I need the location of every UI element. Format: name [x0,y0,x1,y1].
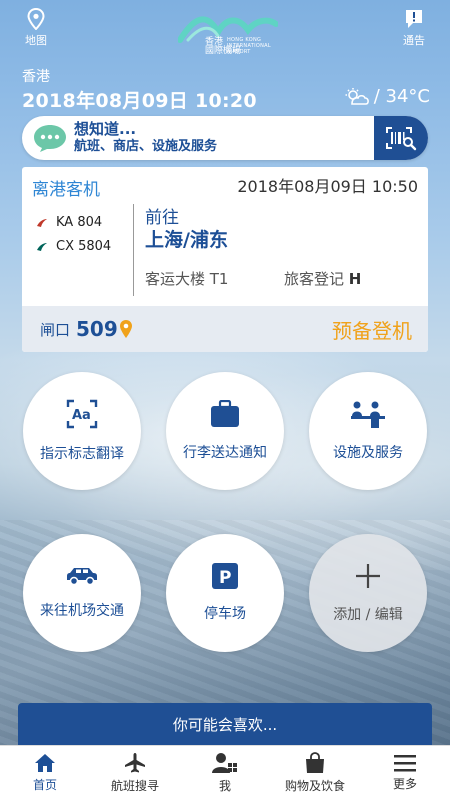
nav-flight-search[interactable]: 航班搜寻 [90,746,180,800]
checkin-label: 旅客登记 [284,270,345,288]
quick-action-translate[interactable]: Aa 指示标志翻译 [23,372,141,490]
quick-action-label: 添加 / 编辑 [333,607,403,623]
service-counter-icon [351,401,385,428]
nav-shopping-dining[interactable]: 购物及饮食 [270,746,360,800]
nav-label: 更多 [392,777,417,791]
flight-type: 离港客机 [32,180,100,200]
gate-label: 闸口 [40,320,71,339]
svg-text:Aa: Aa [72,408,91,423]
checkin-info: 旅客登记 H [284,268,361,289]
menu-icon [394,755,416,772]
quick-action-label: 行李送达通知 [183,445,267,461]
search-title: 想知道... [74,120,137,138]
partly-cloudy-icon [345,87,369,105]
flight-number: KA 804 [56,215,103,230]
logo-en: HONG KONG INTERNATIONAL AIRPORT [227,37,271,55]
flight-status: 预备登机 [332,318,412,343]
terminal: 客运大楼 T1 [145,270,229,288]
weather-widget[interactable]: / 34°C [344,86,430,107]
notice-button[interactable]: 通告 [394,8,434,48]
quick-action-label: 来往机场交通 [40,603,124,619]
quick-action-label: 停车场 [204,606,246,622]
destination: 上海/浦东 [145,229,228,251]
home-icon [35,754,55,772]
city-label: 香港 [22,69,50,85]
car-icon [67,568,97,586]
shopping-bag-icon [306,752,324,773]
quick-action-label: 指示标志翻译 [40,446,124,462]
logo-text: 香港 國際機場 HONG KONG INTERNATIONAL AIRPORT [205,37,271,56]
recommend-banner[interactable]: 你可能会喜欢... [18,703,432,745]
nav-label: 购物及饮食 [284,779,345,793]
flight-row: KA 804 [36,215,102,230]
chat-bubble-icon [34,125,66,152]
nav-me[interactable]: 我 [180,746,270,800]
nav-more[interactable]: 更多 [360,746,450,800]
nav-label: 航班搜寻 [110,779,159,793]
luggage-icon [211,400,239,427]
temperature: / 34°C [373,86,430,107]
search-bar[interactable]: 想知道... 航班、商店、设施及服务 [22,116,428,160]
flight-datetime: 2018年08月09日 10:50 [237,177,418,196]
airplane-icon [125,753,145,773]
card-divider [133,204,134,296]
search-subtitle: 航班、商店、设施及服务 [74,139,218,154]
svg-text:P: P [219,568,231,588]
location-pin-icon [119,320,132,338]
flight-number: CX 5804 [56,239,112,254]
nav-label: 我 [218,779,231,793]
top-bar: 地图 香港 國際機場 HONG KONG INTERNATIONAL AIRPORT … [0,0,450,62]
scan-search-icon [386,127,417,151]
checkin-row: H [348,270,362,288]
plus-icon [356,564,380,588]
profile-qr-icon [212,753,237,773]
nav-home[interactable]: 首页 [0,746,90,800]
airline-logo-icon [37,242,47,251]
nav-label: 首页 [32,778,57,792]
map-pin-icon [27,8,45,30]
quick-action-luggage[interactable]: 行李送达通知 [166,372,284,490]
parking-icon: P [212,563,238,589]
gate-number: 509 [76,317,118,341]
quick-action-transport[interactable]: 来往机场交通 [23,534,141,652]
current-datetime: 2018年08月09日 10:20 [22,90,257,112]
map-button[interactable]: 地图 [16,8,56,48]
bottom-nav: 首页 航班搜寻 我 购物及饮食 更多 [0,745,450,800]
gate-bar: 闸口 509 预备登机 [22,306,428,352]
quick-action-facilities[interactable]: 设施及服务 [309,372,427,490]
map-label: 地图 [25,34,47,47]
quick-action-parking[interactable]: P 停车场 [166,534,284,652]
flight-card[interactable]: 离港客机 2018年08月09日 10:50 KA 804 CX 5804 前往… [22,167,428,352]
translate-icon: Aa [66,399,98,429]
quick-action-label: 设施及服务 [333,445,403,461]
airline-logo-icon [37,218,47,227]
quick-action-add-edit[interactable]: 添加 / 编辑 [309,534,427,652]
flight-row: CX 5804 [36,239,111,254]
notice-icon [406,10,422,28]
recommend-label: 你可能会喜欢... [172,715,278,734]
notice-label: 通告 [403,34,425,47]
scan-button[interactable] [374,116,428,160]
